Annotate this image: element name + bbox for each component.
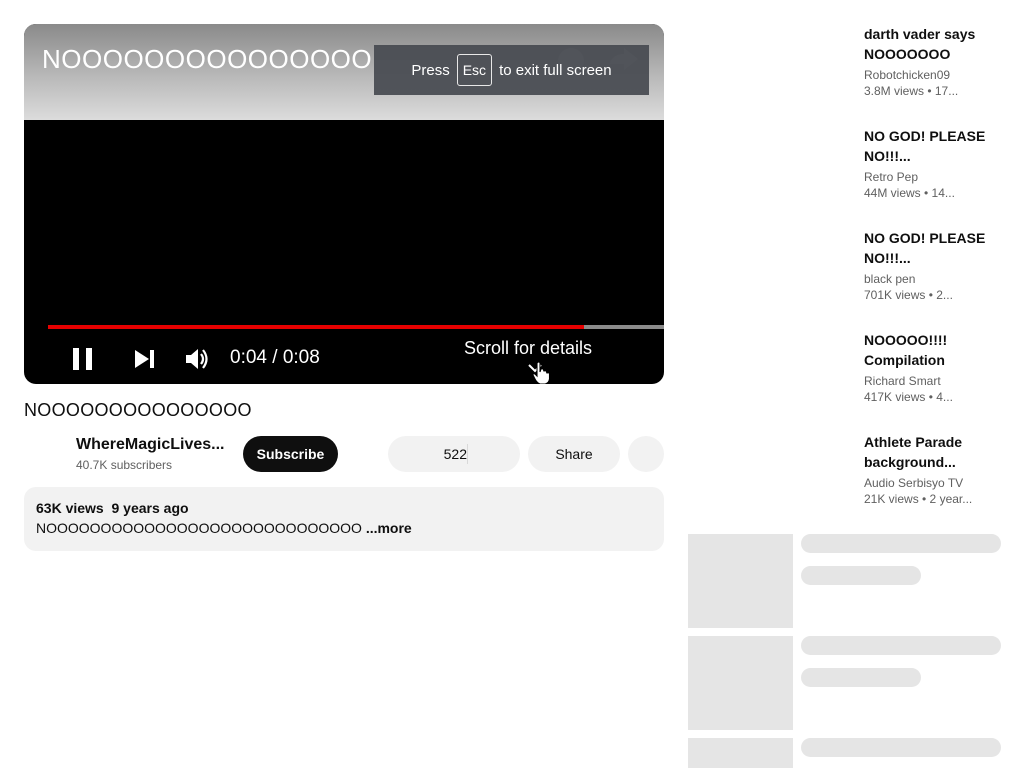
player-overlay-title: NOOOOOOOOOOOOOOO — [42, 44, 373, 74]
recommended-title[interactable]: NO GOD! PLEASE NO!!!... — [864, 126, 1004, 166]
subscriber-count: 40.7K subscribers — [76, 458, 173, 472]
recommended-title-line2: NO!!!... — [864, 250, 911, 266]
recommended-video[interactable]: Athlete Parade background... Audio Serbi… — [864, 432, 1004, 506]
upload-age: 9 years ago — [111, 500, 189, 516]
volume-icon[interactable] — [182, 344, 212, 374]
recommended-title-line2: NOOOOOOO — [864, 46, 951, 62]
channel-name[interactable]: WhereMagicLives... — [76, 436, 225, 454]
recommended-meta: 3.8M views • 17... — [864, 84, 959, 98]
player-controls: 0:04 / 0:08 Scroll for details — [24, 334, 664, 384]
recommended-title-line2: Compilation — [864, 352, 945, 368]
recommended-meta: 44M views • 14... — [864, 186, 955, 200]
skeleton-line — [801, 566, 921, 585]
progress-bar[interactable] — [48, 325, 664, 329]
recommended-title-line1: NO GOD! PLEASE — [864, 128, 986, 144]
hand-cursor-icon — [532, 361, 551, 384]
recommended-title-line1: NO GOD! PLEASE — [864, 230, 986, 246]
time-display: 0:04 / 0:08 — [230, 347, 320, 368]
recommended-title-line1: NOOOOO!!!! — [864, 332, 948, 348]
skeleton-line — [801, 738, 1001, 757]
progress-fill — [48, 325, 584, 329]
like-divider — [467, 444, 468, 464]
exit-fullscreen-banner: Press Esc to exit full screen — [374, 45, 649, 95]
skeleton-thumbnail — [688, 534, 793, 628]
recommended-title-line2: background... — [864, 454, 956, 470]
skeleton-line — [801, 636, 1001, 655]
recommended-meta: 21K views • 2 year... — [864, 492, 973, 506]
share-button[interactable]: Share — [528, 436, 620, 472]
recommended-title-line1: Athlete Parade — [864, 434, 963, 450]
more-actions-button[interactable] — [628, 436, 664, 472]
skeleton-thumbnail — [688, 738, 793, 768]
recommended-title[interactable]: NOOOOO!!!! Compilation — [864, 330, 1004, 370]
esc-key-badge: Esc — [456, 54, 493, 86]
view-count: 63K views — [36, 500, 104, 516]
recommended-channel[interactable]: Retro Pep — [864, 170, 1004, 184]
recommended-channel[interactable]: Audio Serbisyo TV — [864, 476, 1004, 490]
description-text: NOOOOOOOOOOOOOOOOOOOOOOOOOOOOO ...more — [36, 520, 412, 536]
description-box[interactable]: 63K views 9 years ago NOOOOOOOOOOOOOOOOO… — [24, 487, 664, 551]
recommended-title[interactable]: Athlete Parade background... — [864, 432, 1004, 472]
description-body: NOOOOOOOOOOOOOOOOOOOOOOOOOOOOO — [36, 520, 362, 536]
video-player[interactable]: NOOOOOOOOOOOOOOO Press Esc to exit full … — [24, 24, 664, 384]
recommended-channel[interactable]: Richard Smart — [864, 374, 1004, 388]
next-icon[interactable] — [130, 344, 160, 374]
skeleton-line — [801, 668, 921, 687]
recommended-meta: 417K views • 4... — [864, 390, 953, 404]
recommended-video[interactable]: NO GOD! PLEASE NO!!!... Retro Pep 44M vi… — [864, 126, 1004, 200]
more-link[interactable]: ...more — [366, 520, 412, 536]
recommended-video[interactable]: darth vader says NOOOOOOO Robotchicken09… — [864, 24, 1004, 98]
recommended-title-line1: darth vader says — [864, 26, 976, 42]
subscribe-button[interactable]: Subscribe — [243, 436, 338, 472]
recommended-channel[interactable]: Robotchicken09 — [864, 68, 1004, 82]
recommended-channel[interactable]: black pen — [864, 272, 1004, 286]
recommended-title[interactable]: NO GOD! PLEASE NO!!!... — [864, 228, 1004, 268]
pause-icon[interactable] — [68, 344, 98, 374]
recommended-title[interactable]: darth vader says NOOOOOOO — [864, 24, 1004, 64]
recommended-video[interactable]: NO GOD! PLEASE NO!!!... black pen 701K v… — [864, 228, 1004, 302]
video-title: NOOOOOOOOOOOOOOO — [24, 400, 252, 420]
skeleton-thumbnail — [688, 636, 793, 730]
scroll-for-details-label[interactable]: Scroll for details — [464, 338, 592, 359]
recommended-meta: 701K views • 2... — [864, 288, 953, 302]
recommended-video[interactable]: NOOOOO!!!! Compilation Richard Smart 417… — [864, 330, 1004, 404]
esc-banner-prefix: Press — [411, 61, 450, 79]
recommended-title-line2: NO!!!... — [864, 148, 911, 164]
like-dislike-group: 522 — [388, 436, 520, 472]
esc-banner-suffix: to exit full screen — [499, 61, 612, 79]
like-button[interactable]: 522 — [388, 436, 467, 472]
skeleton-line — [801, 534, 1001, 553]
view-count-and-date: 63K views 9 years ago — [36, 500, 189, 516]
